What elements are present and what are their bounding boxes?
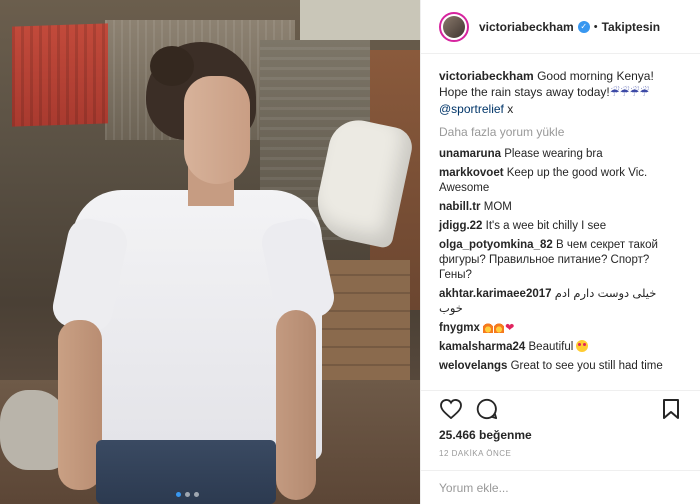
- like-count[interactable]: 25.466 beğenme: [439, 428, 532, 442]
- right-arm: [276, 310, 316, 500]
- sportrelief-mention-link[interactable]: @sportrelief: [439, 102, 504, 116]
- post-sidebar: victoriabeckham ✓ • Takiptesin victoriab…: [420, 0, 700, 504]
- comment-username[interactable]: unamaruna: [439, 148, 501, 160]
- carousel-dot: [185, 492, 190, 497]
- heart-icon[interactable]: [439, 397, 463, 421]
- comment-username[interactable]: welovelangs: [439, 360, 507, 372]
- comment-row: markkovoet Keep up the good work Vic. Aw…: [439, 166, 683, 196]
- avatar-image: [443, 15, 465, 38]
- umbrella-emoji-icon: ☔☔☔☔: [609, 87, 650, 99]
- comment-username[interactable]: olga_potyomkina_82: [439, 239, 553, 251]
- following-button[interactable]: Takiptesin: [602, 20, 660, 34]
- comment-icon[interactable]: [475, 397, 499, 421]
- caption-suffix: x: [503, 102, 514, 116]
- comment-row: fnygmx ❤: [439, 321, 683, 336]
- comment-username[interactable]: akhtar.karimaee2017: [439, 288, 552, 300]
- comment-text: It's a wee bit chilly I see: [485, 220, 607, 232]
- comment-text: Great to see you still had time: [510, 360, 663, 372]
- carousel-dots: [176, 492, 199, 497]
- comment-text: Beautiful: [528, 341, 574, 353]
- comment-row: kamalsharma24 Beautiful: [439, 340, 683, 355]
- add-comment-bar: [421, 470, 700, 504]
- comment-row: nabill.tr MOM: [439, 200, 683, 215]
- bookmark-icon[interactable]: [659, 397, 683, 421]
- avatar[interactable]: [439, 11, 469, 42]
- comment-row: olga_potyomkina_82 В чем секрет такой фи…: [439, 238, 683, 283]
- carousel-dot: [194, 492, 199, 497]
- post-timestamp[interactable]: 12 DAKİKA ÖNCE: [439, 449, 511, 458]
- header-username[interactable]: victoriabeckham: [479, 20, 574, 34]
- comment-text: Please wearing bra: [504, 148, 603, 160]
- fire-emoji-icon: [483, 321, 494, 333]
- comment-text: MOM: [483, 201, 512, 213]
- carousel-dot-active: [176, 492, 181, 497]
- fire-emoji-icon: [494, 321, 505, 333]
- woman-figure: [0, 0, 420, 504]
- post-header: victoriabeckham ✓ • Takiptesin: [421, 0, 700, 54]
- heart-eyes-emoji-icon: [576, 340, 589, 352]
- heart-emoji-icon: ❤: [505, 322, 515, 334]
- caption: victoriabeckham Good morning Kenya! Hope…: [439, 68, 683, 117]
- comments-list[interactable]: victoriabeckham Good morning Kenya! Hope…: [421, 62, 700, 388]
- face: [184, 76, 250, 184]
- load-more-comments-link[interactable]: Daha fazla yorum yükle: [439, 125, 683, 139]
- header-separator: •: [593, 20, 598, 33]
- post-photo[interactable]: [0, 0, 420, 504]
- comment-row: jdigg.22 It's a wee bit chilly I see: [439, 219, 683, 234]
- action-bar: [421, 390, 700, 426]
- hair-bun: [150, 46, 194, 86]
- comment-row: unamaruna Please wearing bra: [439, 147, 683, 162]
- comment-username[interactable]: kamalsharma24: [439, 341, 525, 353]
- comment-input[interactable]: [439, 480, 683, 495]
- comment-username[interactable]: markkovoet: [439, 167, 504, 179]
- verified-badge-icon: ✓: [577, 20, 590, 33]
- comment-row: welovelangs Great to see you still had t…: [439, 359, 683, 374]
- comment-username[interactable]: nabill.tr: [439, 201, 481, 213]
- comment-username[interactable]: jdigg.22: [439, 220, 482, 232]
- comment-username[interactable]: fnygmx: [439, 322, 480, 334]
- comment-row: akhtar.karimaee2017 خیلی دوست دارم ادم خ…: [439, 287, 683, 317]
- caption-username[interactable]: victoriabeckham: [439, 69, 534, 83]
